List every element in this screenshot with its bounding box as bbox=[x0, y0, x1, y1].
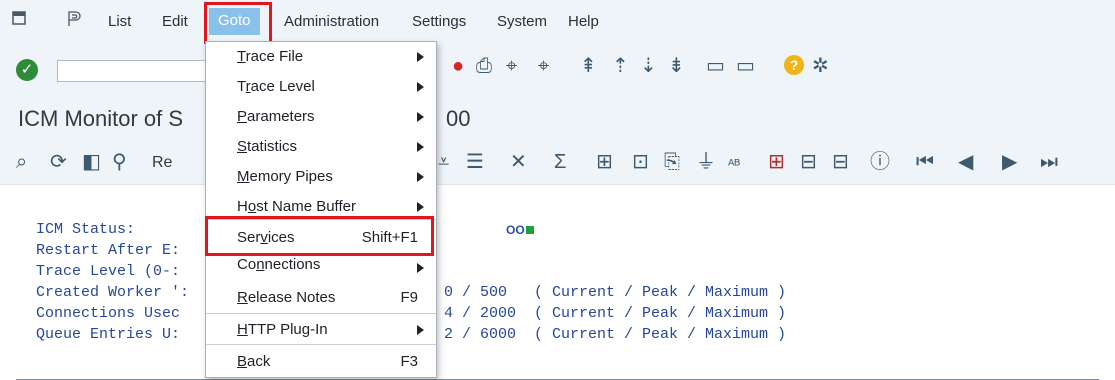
title-bar: ICM Monitor of S 00 bbox=[0, 96, 1115, 140]
page-title: ICM Monitor of S bbox=[18, 106, 184, 131]
created-worker-values: / 500 ( Current / Peak / Maximum ) bbox=[462, 284, 787, 301]
menu-item-statistics[interactable]: Statistics bbox=[206, 132, 436, 162]
created-worker-lead: 0 bbox=[444, 284, 454, 301]
first-page-icon[interactable]: ⇞ bbox=[580, 56, 597, 76]
binoculars-icon[interactable]: ⚲ bbox=[112, 152, 127, 172]
submenu-arrow-icon bbox=[417, 142, 424, 152]
menu-item-back[interactable]: Back F3 bbox=[206, 347, 436, 377]
menu-item-http-plug-in[interactable]: HTTP Plug-In bbox=[206, 315, 436, 345]
find-next-icon[interactable]: ⌖ bbox=[538, 56, 549, 76]
menu-item-label: Trace Level bbox=[237, 78, 315, 95]
menu-item-label: Statistics bbox=[237, 138, 298, 155]
prev-icon[interactable]: ◀ bbox=[958, 152, 973, 172]
menu-separator bbox=[206, 313, 436, 314]
spelling-icon[interactable]: ᴬᴮ bbox=[728, 154, 740, 174]
status-indicator-text: OO bbox=[506, 223, 525, 237]
submenu-arrow-icon bbox=[417, 172, 424, 182]
connections-used-lead: 4 bbox=[444, 305, 454, 322]
display-icon[interactable]: ⊡ bbox=[632, 152, 649, 172]
layout-icon[interactable]: ⊟ bbox=[800, 152, 817, 172]
menu-item-label: Memory Pipes bbox=[237, 168, 333, 185]
submenu-arrow-icon bbox=[417, 263, 424, 273]
menu-bar: List Edit Goto Administration Settings S… bbox=[0, 0, 1115, 45]
submenu-arrow-icon bbox=[417, 112, 424, 122]
menu-item-trace-level[interactable]: Trace Level bbox=[206, 72, 436, 102]
menu-item-label: Connections bbox=[237, 256, 321, 273]
layout-save-icon[interactable]: ⊟ bbox=[832, 152, 849, 172]
menu-toggle-icon[interactable] bbox=[12, 10, 28, 28]
enter-check-icon[interactable]: ✓ bbox=[16, 59, 38, 81]
menu-list[interactable]: List bbox=[108, 13, 131, 31]
subtotal-icon[interactable]: ⊞ bbox=[596, 152, 613, 172]
menu-help[interactable]: Help bbox=[568, 13, 599, 31]
menu-item-label: Parameters bbox=[237, 108, 315, 125]
funnel-icon[interactable]: ⏚ bbox=[696, 152, 716, 172]
menu-item-release-notes[interactable]: Release Notes F9 bbox=[206, 283, 436, 313]
menu-item-label: Trace File bbox=[237, 48, 304, 65]
new-session-icon[interactable]: ▭ bbox=[706, 56, 725, 76]
services-highlight-box bbox=[205, 216, 434, 256]
last-icon[interactable]: ⏭ bbox=[1040, 152, 1058, 172]
created-worker-label: Created Worker ': bbox=[36, 284, 190, 301]
menu-item-memory-pipes[interactable]: Memory Pipes bbox=[206, 162, 436, 192]
queue-entries-values: / 6000 ( Current / Peak / Maximum ) bbox=[462, 326, 787, 343]
table-icon[interactable]: ⊞ bbox=[768, 152, 785, 172]
filter-icon[interactable]: ☰ bbox=[466, 152, 484, 172]
queue-entries-label: Queue Entries U: bbox=[36, 326, 181, 343]
sum-icon[interactable]: Σ bbox=[554, 152, 566, 172]
menu-item-connections[interactable]: Connections bbox=[206, 253, 436, 283]
application-toolbar: ⌕ ⟳ ◧ ⚲ Re ⩡ ☰ ✕ Σ ⊞ ⊡ ⎘ ⏚ ᴬᴮ ⊞ ⊟ ⊟ ⓘ ⏮ … bbox=[0, 140, 1115, 185]
menu-item-label: HTTP Plug-In bbox=[237, 321, 328, 338]
menu-item-label: Back bbox=[237, 353, 271, 370]
next-icon[interactable]: ▶ bbox=[1002, 152, 1017, 172]
submenu-arrow-icon bbox=[417, 325, 424, 335]
goto-highlight-box bbox=[204, 2, 272, 46]
menu-administration[interactable]: Administration bbox=[284, 13, 379, 31]
goto-dropdown-menu: Trace File Trace Level Parameters Statis… bbox=[205, 41, 437, 378]
settings-icon[interactable]: ✲ bbox=[812, 56, 829, 76]
queue-entries-lead: 2 bbox=[444, 326, 454, 343]
menu-item-parameters[interactable]: Parameters bbox=[206, 102, 436, 132]
info-icon[interactable]: ⓘ bbox=[870, 152, 890, 172]
menu-system[interactable]: System bbox=[497, 13, 547, 31]
help-icon[interactable]: ? bbox=[784, 55, 804, 75]
restart-label: Restart After E: bbox=[36, 242, 181, 259]
monitor-content: ICM Status: Restart After E: Trace Level… bbox=[0, 185, 1115, 380]
sort-up-icon[interactable]: ⩡ bbox=[438, 152, 449, 172]
refresh-label[interactable]: Re bbox=[152, 153, 172, 173]
menu-item-trace-file[interactable]: Trace File bbox=[206, 42, 436, 72]
sap-menu-icon[interactable] bbox=[66, 10, 82, 28]
cancel-icon[interactable]: ● bbox=[452, 56, 464, 76]
refresh-icon[interactable]: ⟳ bbox=[50, 152, 67, 172]
submenu-arrow-icon bbox=[417, 52, 424, 62]
menu-item-shortcut: F3 bbox=[400, 353, 418, 370]
menu-item-label: Host Name Buffer bbox=[237, 198, 356, 215]
trace-level-label: Trace Level (0-: bbox=[36, 263, 181, 280]
find-icon[interactable]: ⌖ bbox=[506, 56, 517, 76]
details-icon[interactable]: ⌕ bbox=[16, 152, 27, 172]
next-page-icon[interactable]: ⇣ bbox=[640, 56, 657, 76]
menu-item-shortcut: F9 bbox=[400, 289, 418, 306]
icm-status-indicator: OO bbox=[506, 223, 534, 237]
connections-used-label: Connections Usec bbox=[36, 305, 181, 322]
menu-item-label: Release Notes bbox=[237, 289, 336, 306]
last-page-icon[interactable]: ⇟ bbox=[668, 56, 685, 76]
print-icon[interactable]: ⎙ bbox=[476, 56, 492, 76]
menu-settings[interactable]: Settings bbox=[412, 13, 466, 31]
delete-icon[interactable]: ✕ bbox=[510, 152, 527, 172]
export-icon[interactable]: ⎘ bbox=[664, 152, 680, 172]
standard-toolbar: ✓ ● ⎙ ⌖ ⌖ ⇞ ⇡ ⇣ ⇟ ▭ ▭ ? ✲ bbox=[0, 44, 1115, 96]
shortcut-icon[interactable]: ▭ bbox=[736, 56, 755, 76]
status-green-square bbox=[525, 226, 534, 234]
toggle-icon[interactable]: ◧ bbox=[82, 152, 101, 172]
submenu-arrow-icon bbox=[417, 202, 424, 212]
page-title-tail: 00 bbox=[446, 106, 471, 131]
icm-status-label: ICM Status: bbox=[36, 221, 136, 238]
first-icon[interactable]: ⏮ bbox=[916, 152, 934, 172]
menu-edit[interactable]: Edit bbox=[162, 13, 188, 31]
submenu-arrow-icon bbox=[417, 82, 424, 92]
connections-used-values: / 2000 ( Current / Peak / Maximum ) bbox=[462, 305, 787, 322]
menu-separator bbox=[206, 344, 436, 345]
previous-page-icon[interactable]: ⇡ bbox=[612, 56, 629, 76]
